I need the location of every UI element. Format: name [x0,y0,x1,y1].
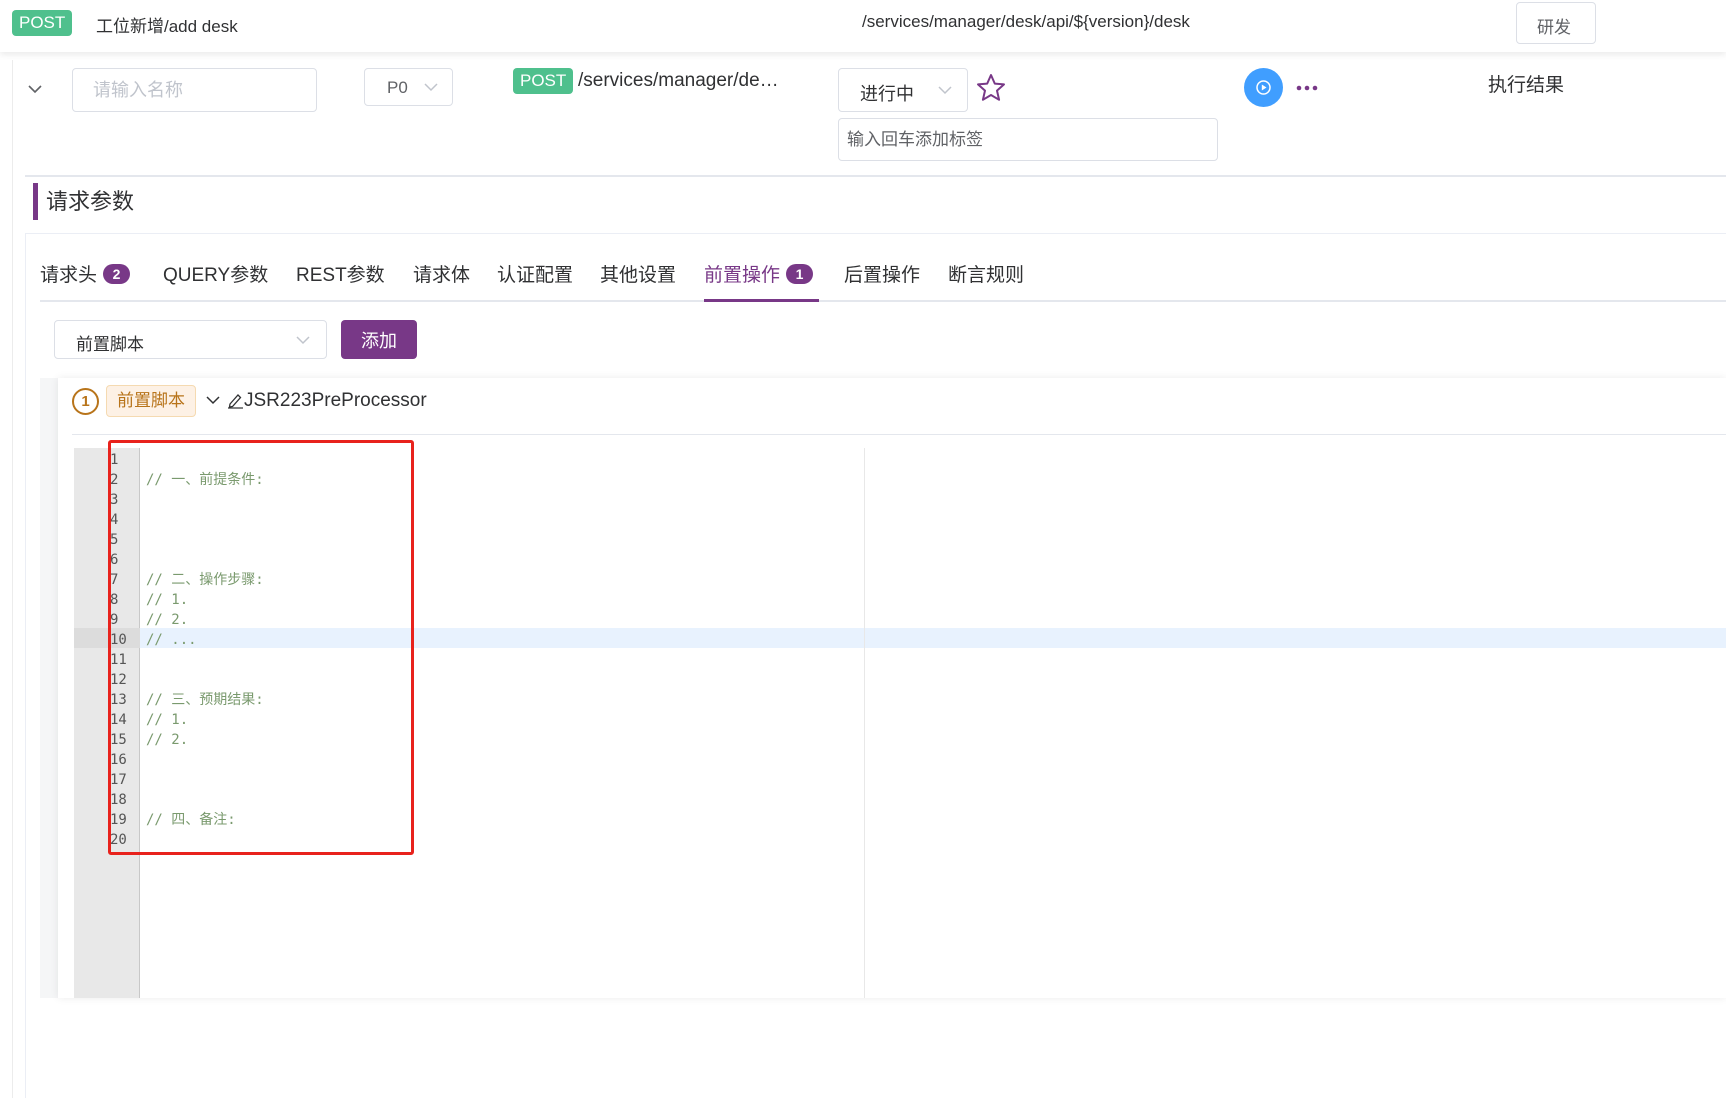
active-tab-indicator [704,299,819,302]
environment-button[interactable]: 研发 [1516,2,1596,44]
api-header-bar: POST 工位新增/add desk /services/manager/des… [0,0,1726,52]
chevron-down-icon[interactable] [205,393,221,407]
priority-select[interactable]: P0 [364,68,453,106]
method-badge: POST [12,10,73,36]
chevron-down-icon [296,336,310,345]
divider [25,175,1726,177]
tab-post-processor[interactable]: 后置操作 [844,258,920,294]
tab-query[interactable]: QUERY参数 [163,258,268,294]
api-title: 工位新增/add desk [96,17,238,36]
pre-script-type-select[interactable]: 前置脚本 [54,320,327,359]
chevron-down-icon[interactable] [26,80,44,98]
api-path: /services/manager/desk/api/${version}/de… [862,12,1190,31]
tab-label: 请求头 [40,265,98,286]
processor-name[interactable]: JSR223PreProcessor [244,390,427,412]
tab-auth[interactable]: 认证配置 [497,258,573,294]
divider [72,434,1726,435]
more-icon[interactable] [1296,85,1318,91]
api-path-truncated[interactable]: /services/manager/de… [578,70,788,92]
tab-other-settings[interactable]: 其他设置 [600,258,676,294]
tab-headers[interactable]: 请求头 2 [40,258,131,294]
processor-type-tag: 前置脚本 [106,385,196,417]
tab-body[interactable]: 请求体 [413,258,470,294]
chevron-down-icon [938,86,952,95]
processor-list-bg [40,378,60,998]
status-select[interactable]: 进行中 [838,68,968,112]
case-name-input[interactable] [72,68,317,112]
section-title: 请求参数 [33,183,134,220]
select-value: 前置脚本 [76,335,144,354]
run-button[interactable] [1244,68,1283,107]
play-circle-icon [1256,80,1271,95]
star-icon[interactable] [975,72,1007,104]
tabs-divider [40,300,1726,302]
step-number: 1 [72,388,99,415]
chevron-down-icon [424,83,438,92]
annotation-highlight-box [108,440,414,855]
add-button[interactable]: 添加 [341,320,417,359]
count-badge: 2 [103,264,131,284]
method-badge: POST [513,68,574,94]
count-badge: 1 [786,264,814,284]
tab-rest[interactable]: REST参数 [296,258,385,294]
tab-assertions[interactable]: 断言规则 [948,258,1024,294]
tab-pre-processor[interactable]: 前置操作 1 [704,258,814,294]
execution-result-label[interactable]: 执行结果 [1488,70,1564,97]
tag-input[interactable] [838,118,1218,161]
print-margin [864,448,865,998]
priority-value: P0 [387,78,408,97]
tab-label: 前置操作 [704,265,781,286]
edit-icon[interactable] [227,391,244,409]
status-value: 进行中 [860,84,914,104]
